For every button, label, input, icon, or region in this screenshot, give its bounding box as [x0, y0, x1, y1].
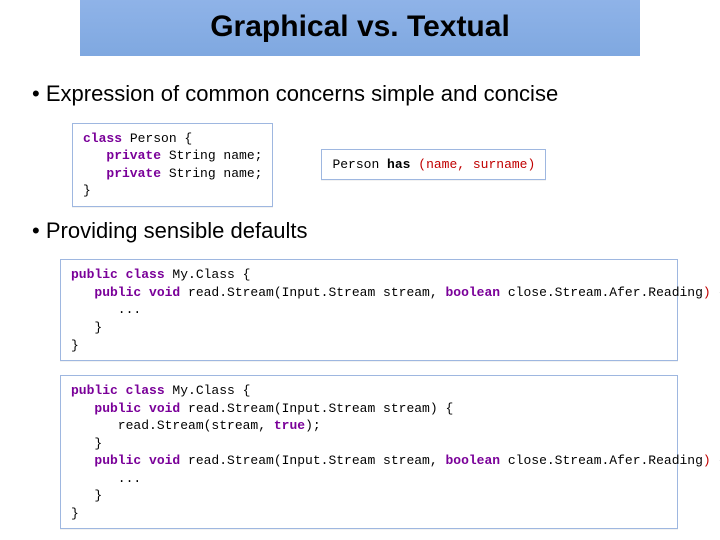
- page-title: Graphical vs. Textual: [80, 10, 640, 44]
- code-text: String name;: [161, 148, 262, 163]
- code-text: }: [71, 338, 79, 353]
- keyword: public void: [71, 401, 180, 416]
- keyword: public class: [71, 383, 165, 398]
- keyword: public class: [71, 267, 165, 282]
- code-box-person-class: class Person { private String name; priv…: [72, 123, 273, 207]
- code-text: ...: [71, 302, 141, 317]
- code-text: }: [71, 320, 102, 335]
- code-text: }: [71, 436, 102, 451]
- code-text: close.Stream.Afer.Reading: [500, 453, 703, 468]
- code-text: read.Stream(Input.Stream stream,: [180, 453, 445, 468]
- code-text: String name;: [161, 166, 262, 181]
- code-box-myclass-1: public class My.Class { public void read…: [60, 259, 678, 361]
- slide-content: Expression of common concerns simple and…: [0, 56, 720, 529]
- code-text: read.Stream(Input.Stream stream) {: [180, 401, 453, 416]
- bullet-defaults: Providing sensible defaults: [32, 217, 688, 246]
- code-text: My.Class {: [165, 383, 251, 398]
- keyword: true: [274, 418, 305, 433]
- keyword: class: [83, 131, 122, 146]
- code-text: );: [305, 418, 321, 433]
- example-row-1: class Person { private String name; priv…: [72, 123, 688, 207]
- title-bar: Graphical vs. Textual: [80, 0, 640, 56]
- code-text: My.Class {: [165, 267, 251, 282]
- code-text: read.Stream(stream,: [71, 418, 274, 433]
- bullet-concise: Expression of common concerns simple and…: [32, 80, 688, 109]
- code-text: }: [83, 183, 91, 198]
- code-text: ): [703, 453, 711, 468]
- code-text: read.Stream(Input.Stream stream,: [180, 285, 445, 300]
- keyword: boolean: [445, 453, 500, 468]
- code-box-person-dsl: Person has (name, surname): [321, 149, 546, 181]
- code-text: }: [71, 488, 102, 503]
- code-box-myclass-2: public class My.Class { public void read…: [60, 375, 678, 529]
- code-text: (name, surname): [418, 157, 535, 172]
- code-text: ...: [71, 471, 141, 486]
- keyword: public void: [71, 453, 180, 468]
- keyword: has: [387, 157, 418, 172]
- code-text: close.Stream.Afer.Reading: [500, 285, 703, 300]
- code-text: ): [703, 285, 711, 300]
- keyword: private: [83, 166, 161, 181]
- keyword: boolean: [445, 285, 500, 300]
- code-text: Person {: [122, 131, 192, 146]
- code-text: {: [711, 285, 720, 300]
- code-text: Person: [332, 157, 387, 172]
- keyword: public void: [71, 285, 180, 300]
- keyword: private: [83, 148, 161, 163]
- code-text: {: [711, 453, 720, 468]
- code-text: }: [71, 506, 79, 521]
